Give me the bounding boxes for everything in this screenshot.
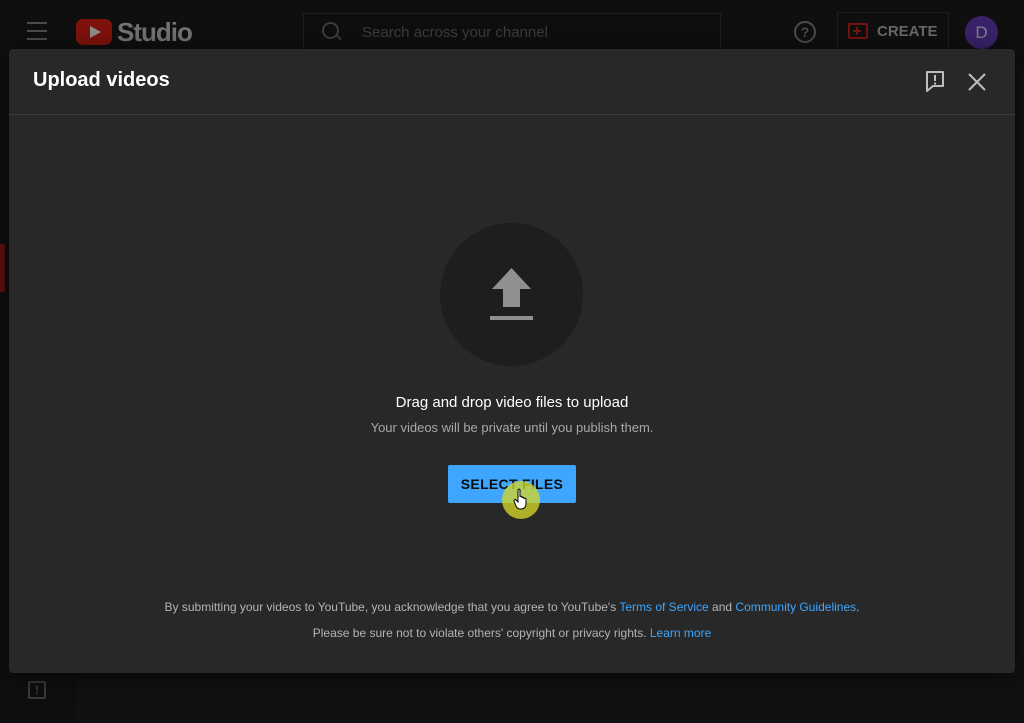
learn-more-link[interactable]: Learn more [650,626,711,640]
copyright-notice: Please be sure not to violate others' co… [9,626,1015,640]
legal-line2-prefix: Please be sure not to violate others' co… [312,626,650,640]
legal-line1-suffix: . [856,600,860,614]
community-guidelines-link[interactable]: Community Guidelines [735,600,856,614]
legal-line1-prefix: By submitting your videos to YouTube, yo… [164,600,620,614]
upload-dialog: Upload videos Drag and drop video files … [9,49,1015,673]
legal-and: and [708,600,736,614]
upload-drop-zone[interactable] [440,223,583,366]
dialog-header: Upload videos [9,49,1015,115]
terms-of-service-link[interactable]: Terms of Service [619,600,708,614]
drop-title: Drag and drop video files to upload [395,394,629,411]
dialog-title: Upload videos [33,69,170,91]
drop-subtitle: Your videos will be private until you pu… [370,420,654,435]
upload-arrow-icon [490,268,533,320]
report-feedback-icon[interactable] [925,70,945,92]
legal-notice: By submitting your videos to YouTube, yo… [9,600,1015,614]
hand-cursor-icon [513,488,527,510]
close-icon[interactable] [966,71,988,93]
